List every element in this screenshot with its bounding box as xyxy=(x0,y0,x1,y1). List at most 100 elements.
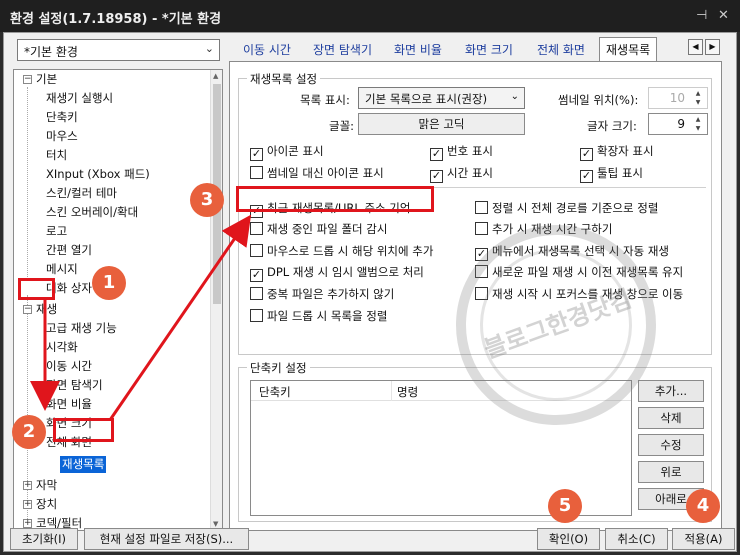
checkbox-remember-recent-playlist[interactable]: ✓ 최근 재생목록/URL 주소 기억 xyxy=(250,200,410,218)
tab-screen-size[interactable]: 화면 크기 xyxy=(465,39,513,61)
pin-icon[interactable]: ⊣ xyxy=(696,8,707,23)
apply-button[interactable]: 적용(A) xyxy=(672,528,735,550)
tree-item[interactable]: 로고 xyxy=(46,223,67,240)
checkbox-show-time[interactable]: ✓ 시간 표시 xyxy=(430,165,493,183)
thumbnail-position-value: 10 xyxy=(669,91,685,105)
tree-expander-icon[interactable]: + xyxy=(23,519,32,528)
tree-expander-icon[interactable]: − xyxy=(23,305,32,314)
font-size-spinner[interactable]: 9 ▲ ▼ xyxy=(648,113,708,135)
font-label: 글꼴: xyxy=(329,119,355,133)
preset-selected-value: *기본 환경 xyxy=(24,45,78,59)
chevron-down-icon: ⌄ xyxy=(510,91,519,102)
checkbox-dpl-temp-album[interactable]: ✓ DPL 재생 시 임시 앨범으로 처리 xyxy=(250,264,424,282)
step-badge-1: 1 xyxy=(92,266,126,300)
chevron-down-icon: ⌄ xyxy=(204,42,214,55)
checkbox-sort-full-path[interactable]: 정렬 시 전체 경로를 기준으로 정렬 xyxy=(475,200,658,216)
separator xyxy=(244,187,706,188)
display-mode-value: 기본 목록으로 표시(권장) xyxy=(365,92,488,106)
column-header-command[interactable]: 명령 xyxy=(397,384,418,400)
step-badge-2: 2 xyxy=(12,415,46,449)
checkbox-drop-at-position[interactable]: 마우스로 드롭 시 해당 위치에 추가 xyxy=(250,243,433,259)
checkbox-icon-instead-thumbnail[interactable]: 썸네일 대신 아이콘 표시 xyxy=(250,165,384,181)
reset-button[interactable]: 초기화(I) xyxy=(10,528,78,550)
settings-tree[interactable]: − 기본 재생기 실행시 단축키 마우스 터치 XInput (Xbox 패드)… xyxy=(13,69,223,531)
tree-item[interactable]: 터치 xyxy=(46,147,67,164)
checkmark-icon: ✓ xyxy=(580,169,593,183)
group-title: 단축키 설정 xyxy=(247,360,310,376)
tree-item[interactable]: 전체 화면 xyxy=(46,434,92,451)
tree-guide-line xyxy=(27,295,28,530)
checkbox-show-number[interactable]: ✓ 번호 표시 xyxy=(430,143,493,161)
tree-item-playback[interactable]: 재생 xyxy=(36,301,57,318)
save-to-file-button[interactable]: 현재 설정 파일로 저장(S)... xyxy=(84,528,249,550)
spin-up-icon: ▲ xyxy=(695,90,701,97)
thumbnail-position-label: 썸네일 위치(%): xyxy=(558,93,639,107)
font-size-value: 9 xyxy=(677,117,685,131)
tree-item[interactable]: 화면 비율 xyxy=(46,396,92,413)
tab-scene-explorer[interactable]: 장면 탐색기 xyxy=(313,39,372,61)
tree-item[interactable]: 스킨 오버레이/확대 xyxy=(46,204,138,221)
tab-fullscreen[interactable]: 전체 화면 xyxy=(537,39,585,61)
tree-item[interactable]: 고급 재생 기능 xyxy=(46,320,117,337)
tree-scrollbar[interactable]: ▲ ▼ xyxy=(210,70,222,530)
tree-item[interactable]: 이동 시간 xyxy=(46,358,92,375)
checkbox-show-tooltip[interactable]: ✓ 툴팁 표시 xyxy=(580,165,643,183)
checkbox-show-extension[interactable]: ✓ 확장자 표시 xyxy=(580,143,654,161)
checkbox-skip-duplicates[interactable]: 중복 파일은 추가하지 않기 xyxy=(250,286,394,302)
tab-scroll-right-icon[interactable]: ▶ xyxy=(705,39,720,55)
spin-down-icon: ▼ xyxy=(695,99,701,106)
preset-select[interactable]: *기본 환경 ⌄ xyxy=(17,39,220,61)
step-badge-4: 4 xyxy=(686,489,720,523)
display-label: 목록 표시: xyxy=(300,93,350,107)
ok-button[interactable]: 확인(O) xyxy=(537,528,600,550)
tree-item[interactable]: 장치 xyxy=(36,496,57,513)
tree-expander-icon[interactable]: − xyxy=(23,75,32,84)
tree-item[interactable]: XInput (Xbox 패드) xyxy=(46,166,150,183)
column-header-key[interactable]: 단축키 xyxy=(259,384,291,400)
edit-shortcut-button[interactable]: 수정 xyxy=(638,434,704,456)
tree-item[interactable]: 자막 xyxy=(36,477,57,494)
tree-item[interactable]: 시각화 xyxy=(46,339,78,356)
group-title: 재생목록 설정 xyxy=(247,71,321,87)
tree-item[interactable]: 마우스 xyxy=(46,128,78,145)
tree-item[interactable]: 재생기 실행시 xyxy=(46,90,113,107)
spin-up-icon[interactable]: ▲ xyxy=(690,115,706,124)
tree-item[interactable]: 화면 크기 xyxy=(46,415,92,432)
tree-item-basic[interactable]: 기본 xyxy=(36,71,57,88)
display-mode-select[interactable]: 기본 목록으로 표시(권장) ⌄ xyxy=(358,87,525,109)
move-up-button[interactable]: 위로 xyxy=(638,461,704,483)
tree-item[interactable]: 스킨/컬러 테마 xyxy=(46,185,117,202)
scroll-down-icon[interactable]: ▼ xyxy=(213,520,218,528)
tree-item[interactable]: 간편 열기 xyxy=(46,242,92,259)
font-size-label: 글자 크기: xyxy=(587,119,637,133)
font-button[interactable]: 맑은 고딕 xyxy=(358,113,525,135)
checkmark-icon: ✓ xyxy=(580,147,593,161)
checkmark-icon: ✓ xyxy=(430,169,443,183)
tab-aspect-ratio[interactable]: 화면 비율 xyxy=(394,39,442,61)
checkbox-watch-folder[interactable]: 재생 중인 파일 폴더 감시 xyxy=(250,221,387,237)
delete-shortcut-button[interactable]: 삭제 xyxy=(638,407,704,429)
tab-playlist[interactable]: 재생목록 xyxy=(599,37,658,63)
tree-item[interactable]: 대화 상자 xyxy=(46,280,92,297)
tree-guide-line xyxy=(27,87,28,277)
cancel-button[interactable]: 취소(C) xyxy=(605,528,668,550)
checkmark-icon: ✓ xyxy=(430,147,443,161)
tree-item[interactable]: 장면 탐색기 xyxy=(46,377,103,394)
add-shortcut-button[interactable]: 추가... xyxy=(638,380,704,402)
tree-expander-icon[interactable]: + xyxy=(23,500,32,509)
checkbox-sort-on-drop[interactable]: 파일 드롭 시 목록을 정렬 xyxy=(250,308,387,324)
column-divider[interactable] xyxy=(391,381,392,401)
tree-item[interactable]: 메시지 xyxy=(46,261,78,278)
tab-seek-time[interactable]: 이동 시간 xyxy=(243,39,291,61)
checkbox-show-icon[interactable]: ✓ 아이콘 표시 xyxy=(250,143,324,161)
scroll-up-icon[interactable]: ▲ xyxy=(213,72,218,80)
tree-expander-icon[interactable]: + xyxy=(23,481,32,490)
close-icon[interactable]: ✕ xyxy=(718,8,729,23)
spin-down-icon[interactable]: ▼ xyxy=(690,124,706,133)
tree-item-playlist-selected[interactable]: 재생목록 xyxy=(60,456,107,473)
thumbnail-position-spinner: 10 ▲ ▼ xyxy=(648,87,708,109)
tab-scroll-left-icon[interactable]: ◀ xyxy=(688,39,703,55)
title-bar: 환경 설정(1.7.18958) - *기본 환경 ⊣ ✕ xyxy=(0,0,740,32)
window-title: 환경 설정(1.7.18958) - *기본 환경 xyxy=(10,12,222,27)
tree-item[interactable]: 단축키 xyxy=(46,109,78,126)
